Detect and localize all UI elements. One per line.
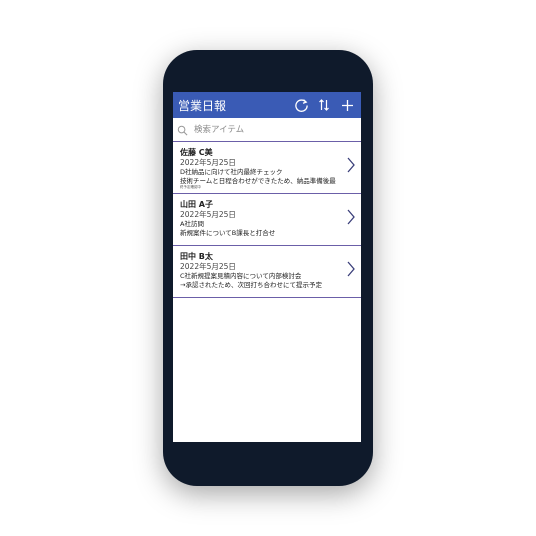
- app-header: 営業日報: [173, 92, 361, 118]
- add-icon[interactable]: [338, 95, 356, 115]
- item-text: →承認されたため、次回打ち合わせにて提示予定: [180, 280, 322, 289]
- item-date: 2022年5月25日: [180, 158, 236, 167]
- app-screen: 営業日報 検索アイテム 佐藤 C美 2022年5月25日 D社納品に向けて社内最…: [173, 92, 361, 442]
- search-icon: [175, 123, 189, 137]
- list-item[interactable]: 佐藤 C美 2022年5月25日 D社納品に向けて社内最終チェック 技術チームと…: [173, 142, 361, 194]
- search-bar: [173, 119, 361, 142]
- chevron-right-icon[interactable]: [346, 157, 356, 173]
- report-list: 佐藤 C美 2022年5月25日 D社納品に向けて社内最終チェック 技術チームと…: [173, 142, 361, 298]
- item-name: 山田 A子: [180, 200, 213, 209]
- item-text: C社新規提案見積内容について内部検討会: [180, 272, 302, 280]
- item-text: 技術チームと日程合わせができたため、納品準備後最: [180, 176, 336, 185]
- item-text: 新規案件についてB課長と打合せ: [180, 228, 276, 237]
- chevron-right-icon[interactable]: [346, 261, 356, 277]
- item-name: 佐藤 C美: [180, 148, 213, 157]
- search-input[interactable]: [192, 124, 356, 136]
- list-item[interactable]: 田中 B太 2022年5月25日 C社新規提案見積内容について内部検討会 →承認…: [173, 246, 361, 298]
- item-text: D社納品に向けて社内最終チェック: [180, 168, 283, 176]
- stage: 営業日報 検索アイテム 佐藤 C美 2022年5月25日 D社納品に向けて社内最…: [0, 0, 536, 536]
- item-text: A社訪問: [180, 220, 204, 228]
- chevron-right-icon[interactable]: [346, 209, 356, 225]
- item-date: 2022年5月25日: [180, 262, 236, 271]
- refresh-icon[interactable]: [292, 95, 310, 115]
- item-name: 田中 B太: [180, 252, 213, 261]
- list-item[interactable]: 山田 A子 2022年5月25日 A社訪問 新規案件についてB課長と打合せ: [173, 194, 361, 246]
- sort-icon[interactable]: [315, 95, 333, 115]
- item-text: 終予定確認中: [180, 185, 201, 189]
- item-date: 2022年5月25日: [180, 210, 236, 219]
- page-title: 営業日報: [178, 98, 227, 113]
